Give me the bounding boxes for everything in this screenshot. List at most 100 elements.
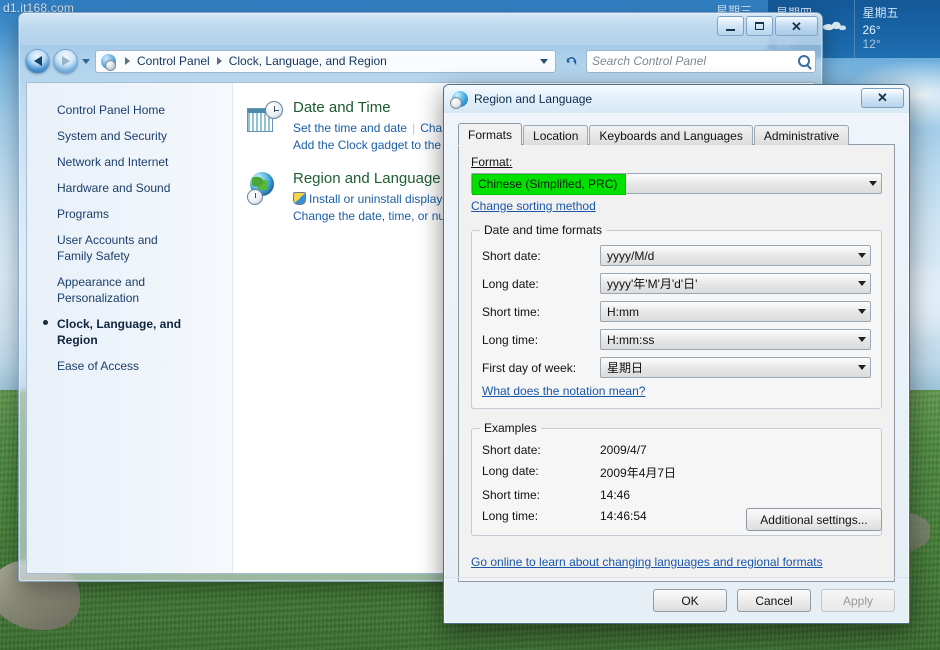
example-long-date-value: 2009年4月7日 <box>600 466 677 480</box>
category-title[interactable]: Region and Language <box>293 170 455 188</box>
group-legend: Date and time formats <box>484 223 603 237</box>
gadget-day-1[interactable]: 星期五 26° 12° <box>853 0 940 58</box>
control-panel-globe-icon <box>101 53 116 71</box>
window-title-bar[interactable]: ✕ <box>19 13 822 45</box>
short-time-value: H:mm <box>607 304 639 319</box>
breadcrumb-item-0[interactable]: Control Panel <box>135 54 212 68</box>
clock-icon <box>265 101 283 119</box>
sidebar-item-network-and-internet[interactable]: Network and Internet <box>27 149 232 175</box>
first-day-of-week-label: First day of week: <box>482 360 577 375</box>
sidebar-item-ease-of-access[interactable]: Ease of Access <box>27 353 232 379</box>
dialog-close-button[interactable]: ✕ <box>861 88 904 108</box>
chevron-down-icon[interactable] <box>853 302 870 321</box>
tab-administrative[interactable]: Administrative <box>753 125 850 145</box>
long-time-combobox[interactable]: H:mm:ss <box>600 329 871 350</box>
chevron-down-icon[interactable] <box>853 358 870 377</box>
cloud-weather-icon <box>819 20 848 32</box>
link-install-display-languages[interactable]: Install or uninstall display la <box>309 192 455 206</box>
format-label: Format: <box>471 155 882 169</box>
notation-help-link[interactable]: What does the notation mean? <box>482 384 645 398</box>
short-date-combobox[interactable]: yyyy/M/d <box>600 245 871 266</box>
chevron-down-icon[interactable] <box>864 174 881 193</box>
sidebar-item-appearance-and-personalization[interactable]: Appearance and Personalization <box>27 269 232 311</box>
long-time-row: Long time: H:mm:ss <box>482 329 871 350</box>
back-button[interactable] <box>25 48 50 74</box>
formats-tab-panel: Format: Chinese (Simplified, PRC) Change… <box>458 144 895 582</box>
close-button[interactable]: ✕ <box>775 16 818 36</box>
example-short-date-value: 2009/4/7 <box>600 443 647 457</box>
dialog-title-bar[interactable]: Region and Language ✕ <box>444 85 909 113</box>
category-title[interactable]: Date and Time <box>293 99 451 117</box>
sidebar-item-control-panel-home[interactable]: Control Panel Home <box>27 97 232 123</box>
minimize-button[interactable] <box>717 16 744 36</box>
short-time-row: Short time: H:mm <box>482 301 871 322</box>
sidebar-item-programs[interactable]: Programs <box>27 201 232 227</box>
maximize-button[interactable] <box>746 16 773 36</box>
additional-settings-button[interactable]: Additional settings... <box>746 508 882 531</box>
tab-formats[interactable]: Formats <box>458 123 523 145</box>
long-date-combobox[interactable]: yyyy'年'M'月'd'日' <box>600 273 871 294</box>
example-short-date-label: Short date: <box>482 443 541 457</box>
sidebar-item-system-and-security[interactable]: System and Security <box>27 123 232 149</box>
ok-button[interactable]: OK <box>653 589 727 612</box>
window-controls: ✕ <box>717 16 818 36</box>
search-box[interactable]: Search Control Panel <box>586 49 816 73</box>
navigation-bar: Control Panel Clock, Language, and Regio… <box>19 45 822 77</box>
date-and-time-icon <box>247 99 283 135</box>
chevron-down-icon[interactable] <box>853 330 870 349</box>
maximize-icon <box>755 22 764 30</box>
short-time-label: Short time: <box>482 304 541 319</box>
search-icon <box>798 55 810 67</box>
example-long-date-label: Long date: <box>482 464 539 478</box>
address-chevron-down-icon[interactable] <box>540 58 548 64</box>
additional-settings-label: Additional settings... <box>760 512 868 527</box>
forward-button[interactable] <box>53 48 78 74</box>
tab-location[interactable]: Location <box>523 125 589 145</box>
sidebar-item-clock-language-and-region[interactable]: Clock, Language, and Region <box>27 311 232 353</box>
search-input[interactable]: Search Control Panel <box>592 54 798 68</box>
link-add-clock-gadget[interactable]: Add the Clock gadget to the d <box>293 137 451 154</box>
breadcrumb-item-1[interactable]: Clock, Language, and Region <box>227 54 389 68</box>
format-selected-value: Chinese (Simplified, PRC) <box>478 176 618 191</box>
region-and-language-dialog[interactable]: Region and Language ✕ Formats Location K… <box>443 84 910 624</box>
address-bar[interactable]: Control Panel Clock, Language, and Regio… <box>95 49 556 73</box>
short-time-combobox[interactable]: H:mm <box>600 301 871 322</box>
chevron-down-icon[interactable] <box>853 246 870 265</box>
short-date-label: Short date: <box>482 248 541 263</box>
tab-bar: Formats Location Keyboards and Languages… <box>458 123 895 145</box>
example-short-time-row: Short time: 14:46 <box>482 488 871 502</box>
close-icon: ✕ <box>791 18 802 34</box>
format-combobox[interactable]: Chinese (Simplified, PRC) <box>471 173 882 194</box>
first-day-of-week-combobox[interactable]: 星期日 <box>600 357 871 378</box>
dialog-body: Formats Location Keyboards and Languages… <box>444 113 909 623</box>
go-online-link-container: Go online to learn about changing langua… <box>471 555 823 569</box>
cancel-button[interactable]: Cancel <box>737 589 811 612</box>
refresh-button[interactable] <box>560 50 582 72</box>
sidebar-navigation: Control Panel Home System and Security N… <box>27 83 233 573</box>
gadget-day-low: 12° <box>862 37 881 51</box>
category-links: Set the time and date | Chan Add the Clock… <box>293 120 451 154</box>
chevron-down-icon[interactable] <box>853 274 870 293</box>
minimize-icon <box>726 28 735 31</box>
link-set-the-time-and-date[interactable]: Set the time and date <box>293 121 407 135</box>
link-separator: | <box>412 121 416 135</box>
change-sorting-method-link[interactable]: Change sorting method <box>471 199 596 213</box>
go-online-link[interactable]: Go online to learn about changing langua… <box>471 555 823 569</box>
close-icon: ✕ <box>877 90 888 105</box>
refresh-icon <box>566 56 576 65</box>
clock-icon <box>247 189 263 205</box>
tab-keyboards-and-languages[interactable]: Keyboards and Languages <box>589 125 753 145</box>
sidebar-item-user-accounts-and-family-safety[interactable]: User Accounts and Family Safety <box>27 227 232 269</box>
breadcrumb-separator-icon <box>125 57 130 65</box>
apply-button: Apply <box>821 589 895 612</box>
link-change-date-time-number-formats[interactable]: Change the date, time, or num <box>293 208 455 225</box>
format-label-text: Format: <box>471 155 513 169</box>
shield-icon <box>293 192 306 205</box>
long-date-label: Long date: <box>482 276 539 291</box>
long-time-value: H:mm:ss <box>607 332 655 347</box>
gadget-day-name: 星期五 <box>862 6 899 20</box>
sidebar-item-hardware-and-sound[interactable]: Hardware and Sound <box>27 175 232 201</box>
gadget-day-high: 26° <box>862 23 881 37</box>
recent-pages-chevron-down-icon[interactable] <box>82 58 90 64</box>
example-short-time-value: 14:46 <box>600 488 631 502</box>
